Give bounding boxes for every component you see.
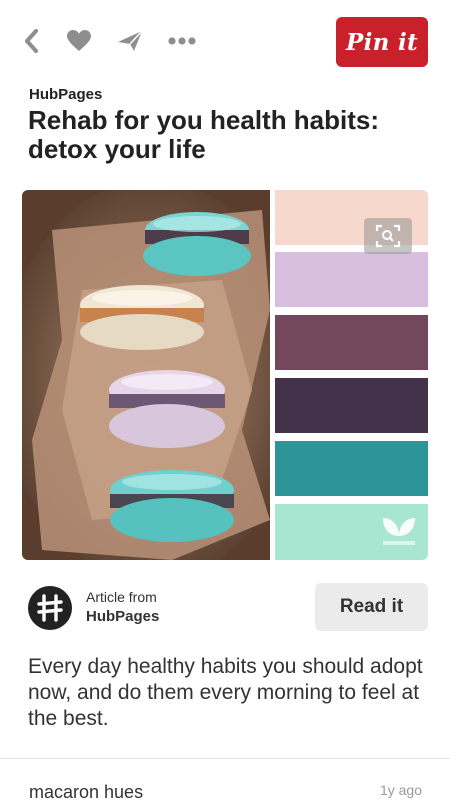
source-name[interactable]: HubPages — [29, 86, 102, 103]
heart-icon — [67, 30, 91, 51]
visual-search-button[interactable] — [364, 218, 412, 254]
divider — [0, 758, 450, 759]
article-source[interactable]: HubPages — [86, 608, 159, 625]
pin-it-button[interactable]: Pin it — [336, 17, 428, 67]
send-button[interactable] — [114, 26, 146, 56]
pin-description: Every day healthy habits you should adop… — [28, 655, 423, 730]
board-name[interactable]: macaron hues — [29, 782, 143, 800]
article-from-label: Article from — [86, 589, 157, 605]
hubpages-avatar[interactable] — [28, 586, 72, 630]
read-it-button[interactable]: Read it — [315, 583, 428, 631]
article-info: Article from HubPages Read it — [28, 583, 428, 633]
pin-title: Rehab for you health habits: detox your … — [28, 105, 380, 164]
hubpages-logo-icon — [37, 594, 63, 622]
timestamp: 1y ago — [379, 782, 422, 798]
chevron-left-icon — [25, 29, 38, 53]
color-swatch — [275, 252, 428, 307]
color-swatch — [275, 378, 428, 433]
design-seeds-logo — [383, 518, 415, 545]
macarons-photo — [22, 190, 270, 560]
back-button[interactable] — [16, 26, 46, 56]
send-icon — [118, 30, 143, 51]
color-swatch — [275, 315, 428, 370]
more-dots-icon — [168, 37, 196, 45]
like-button[interactable] — [64, 26, 94, 56]
top-toolbar: Pin it — [0, 0, 450, 78]
more-button[interactable] — [166, 26, 198, 56]
pin-image[interactable] — [22, 190, 428, 560]
color-swatch — [275, 441, 428, 496]
visual-search-icon — [375, 224, 401, 248]
